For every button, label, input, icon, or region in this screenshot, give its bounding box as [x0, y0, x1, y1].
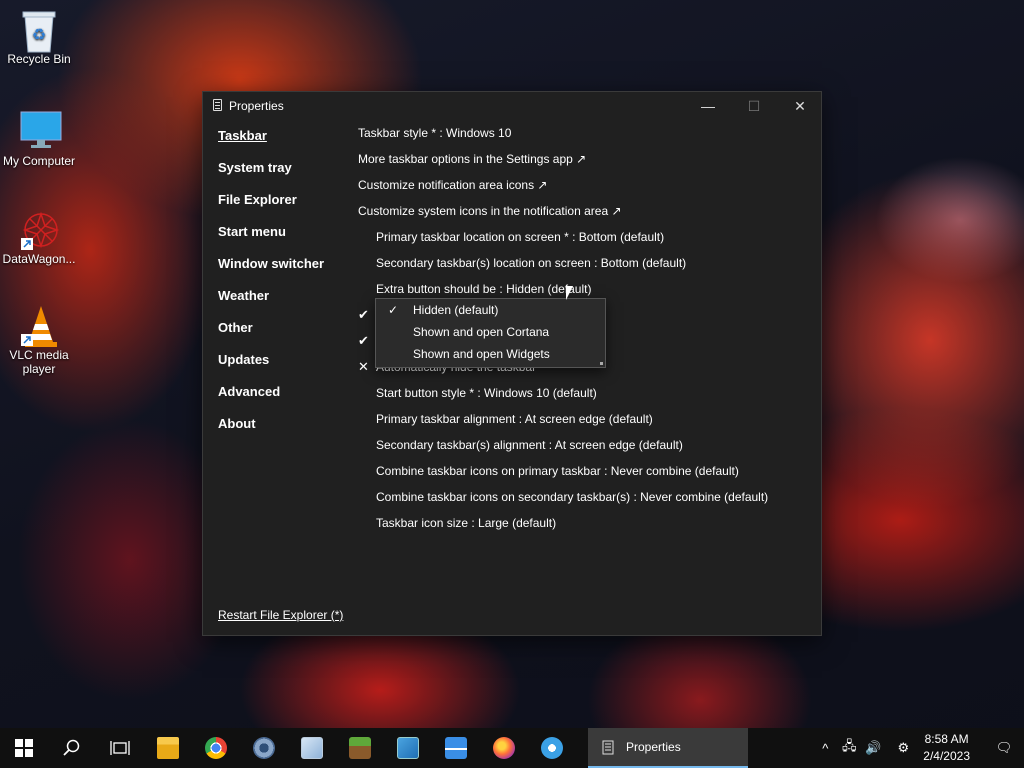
secondary-alignment-setting[interactable]: Secondary taskbar(s) alignment : At scre… — [358, 438, 818, 464]
properties-app-icon — [602, 740, 614, 754]
restart-explorer-link[interactable]: Restart File Explorer (*) — [218, 608, 343, 622]
desktop-icon-recycle-bin[interactable]: ♻ Recycle Bin — [1, 8, 77, 66]
option-label: Shown and open Widgets — [413, 347, 550, 361]
dropdown-option-cortana[interactable]: Shown and open Cortana — [376, 321, 605, 343]
svg-text:♻: ♻ — [32, 27, 46, 44]
grass-block-icon — [349, 737, 371, 759]
folder-icon — [157, 737, 179, 759]
cross-mark-icon: ✕ — [358, 359, 369, 374]
firefox-icon — [493, 737, 515, 759]
notification-center-icon[interactable]: 🗨 — [984, 740, 1024, 756]
system-icons-link[interactable]: Customize system icons in the notificati… — [358, 204, 818, 230]
taskbar-monitor-app[interactable] — [288, 728, 336, 768]
system-tray: ^ 🖧 🔊 ⚙ 8:58 AM 2/4/2023 🗨 — [813, 728, 1024, 768]
nav-system-tray[interactable]: System tray — [218, 160, 324, 192]
check-icon: ✓ — [388, 303, 399, 317]
task-view-icon — [110, 741, 130, 755]
clock-time: 8:58 AM — [924, 732, 969, 746]
taskbar-properties-label: Properties — [626, 740, 681, 754]
desktop-icon-label: DataWagon... — [2, 252, 76, 266]
vlc-cone-icon — [19, 304, 59, 347]
desktop-icon-label: My Computer — [2, 154, 76, 168]
option-label: Hidden (default) — [413, 303, 499, 317]
taskbar-minecraft[interactable] — [336, 728, 384, 768]
window-title: Properties — [229, 99, 284, 113]
taskbar-style-setting[interactable]: Taskbar style * : Windows 10 — [358, 126, 818, 152]
task-view-button[interactable] — [96, 728, 144, 768]
desktop-icon-vlc[interactable]: VLC media player — [1, 304, 77, 376]
desktop-icon-datawagon[interactable]: DataWagon... — [1, 208, 77, 266]
sidebar-nav: Taskbar System tray File Explorer Start … — [218, 128, 324, 448]
nav-other[interactable]: Other — [218, 320, 324, 352]
taskbar-file-explorer[interactable] — [144, 728, 192, 768]
nav-taskbar[interactable]: Taskbar — [218, 128, 324, 160]
box-icon — [445, 737, 467, 759]
maximize-button[interactable]: ☐ — [731, 92, 777, 120]
start-button[interactable] — [0, 728, 48, 768]
taskbar-firefox[interactable] — [480, 728, 528, 768]
primary-alignment-setting[interactable]: Primary taskbar alignment : At screen ed… — [358, 412, 818, 438]
control-panel-icon — [397, 737, 419, 759]
recycle-bin-icon: ♻ — [19, 8, 59, 53]
combine-primary-setting[interactable]: Combine taskbar icons on primary taskbar… — [358, 464, 818, 490]
cross-app-icon — [541, 737, 563, 759]
chart-app-icon — [301, 737, 323, 759]
monitor-icon — [19, 110, 62, 150]
taskbar: Properties ^ 🖧 🔊 ⚙ 8:58 AM 2/4/2023 🗨 — [0, 728, 1024, 768]
taskbar-settings-app[interactable] — [240, 728, 288, 768]
show-hidden-icons-chevron-icon[interactable]: ^ — [813, 741, 837, 756]
network-icon[interactable]: 🖧 — [837, 737, 861, 759]
checkmark-icon: ✔ — [358, 307, 369, 322]
nav-weather[interactable]: Weather — [218, 288, 324, 320]
datawagon-icon — [19, 208, 60, 250]
combine-secondary-setting[interactable]: Combine taskbar icons on secondary taskb… — [358, 490, 818, 516]
nav-advanced[interactable]: Advanced — [218, 384, 324, 416]
taskbar-chrome[interactable] — [192, 728, 240, 768]
volume-icon[interactable]: 🔊 — [861, 740, 885, 756]
notification-icons-link[interactable]: Customize notification area icons ↗ — [358, 178, 818, 204]
icon-size-setting[interactable]: Taskbar icon size : Large (default) — [358, 516, 818, 542]
gear-icon[interactable]: ⚙ — [891, 740, 915, 756]
search-button[interactable] — [48, 728, 96, 768]
desktop-icon-my-computer[interactable]: My Computer — [1, 110, 77, 168]
search-icon — [63, 739, 80, 756]
taskbar-cross-app[interactable] — [528, 728, 576, 768]
properties-app-icon — [213, 99, 222, 111]
start-button-style-setting[interactable]: Start button style * : Windows 10 (defau… — [358, 386, 818, 412]
nav-window-switcher[interactable]: Window switcher — [218, 256, 324, 288]
nav-updates[interactable]: Updates — [218, 352, 324, 384]
chrome-icon — [205, 737, 227, 759]
secondary-location-setting[interactable]: Secondary taskbar(s) location on screen … — [358, 256, 818, 282]
close-button[interactable]: ✕ — [777, 92, 823, 120]
nav-file-explorer[interactable]: File Explorer — [218, 192, 324, 224]
dropdown-option-widgets[interactable]: Shown and open Widgets — [376, 343, 605, 365]
mouse-cursor-icon — [566, 286, 573, 300]
title-bar[interactable]: Properties — ☐ ✕ — [203, 92, 821, 120]
resize-grip-icon — [600, 362, 603, 365]
settings-app-link[interactable]: More taskbar options in the Settings app… — [358, 152, 818, 178]
windows-logo-icon — [15, 739, 33, 757]
minimize-button[interactable]: — — [685, 92, 731, 120]
nav-about[interactable]: About — [218, 416, 324, 448]
gear-app-icon — [253, 737, 275, 759]
nav-start-menu[interactable]: Start menu — [218, 224, 324, 256]
clock[interactable]: 8:58 AM 2/4/2023 — [923, 731, 970, 765]
desktop-icon-label: VLC media player — [9, 348, 69, 376]
taskbar-box-app[interactable] — [432, 728, 480, 768]
desktop-icon-label: Recycle Bin — [7, 52, 71, 66]
taskbar-properties[interactable]: Properties — [588, 728, 748, 768]
extra-button-dropdown: ✓ Hidden (default) Shown and open Cortana… — [375, 298, 606, 368]
primary-location-setting[interactable]: Primary taskbar location on screen * : B… — [358, 230, 818, 256]
checkmark-icon: ✔ — [358, 333, 369, 348]
taskbar-control-panel[interactable] — [384, 728, 432, 768]
dropdown-option-hidden[interactable]: ✓ Hidden (default) — [376, 299, 605, 321]
option-label: Shown and open Cortana — [413, 325, 550, 339]
clock-date: 2/4/2023 — [923, 749, 970, 763]
